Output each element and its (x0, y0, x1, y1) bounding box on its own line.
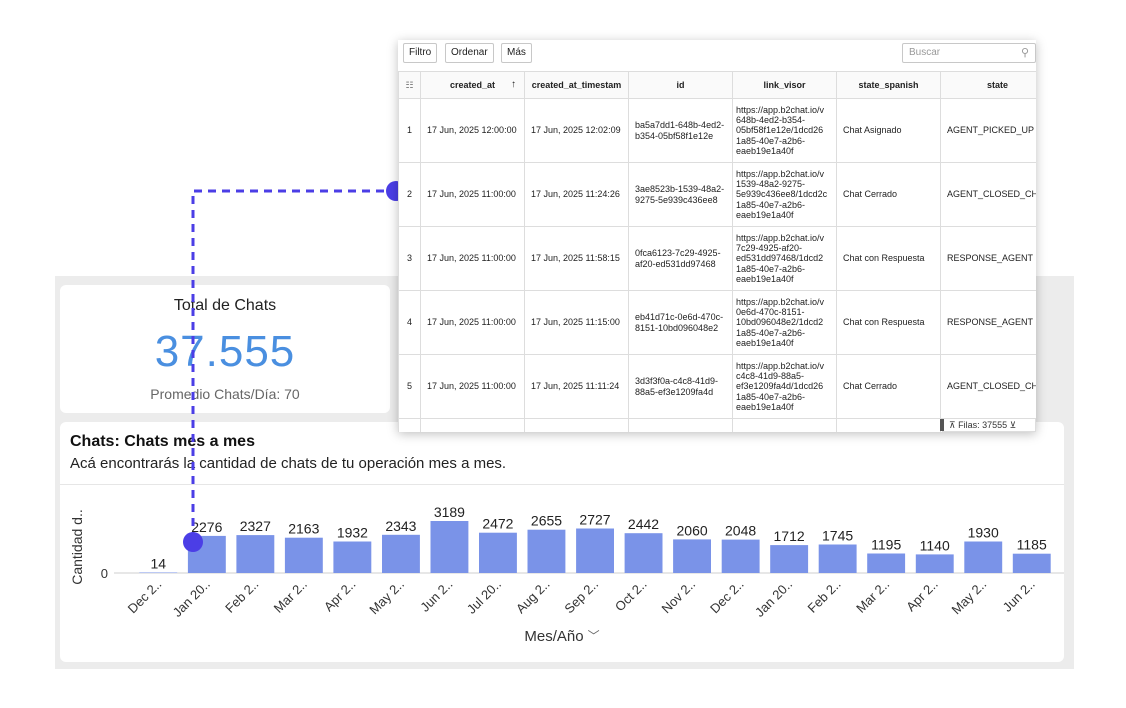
column-header-created-at[interactable]: created_at ↑ (420, 71, 525, 99)
table-cell-link-visor[interactable]: https://app.b2chat.io/v 0e6d-470c-8151-1… (732, 290, 837, 355)
table-cell-state[interactable]: AGENT_CLOSED_CH (940, 354, 1036, 419)
table-toolbar: Filtro Ordenar Más Buscar ⚲ (398, 40, 1036, 67)
table-cell-created-at-timestamp[interactable]: 17 Jun, 2025 11:24:26 (524, 162, 629, 227)
table-cell-state-spanish[interactable]: Chat Cerrado (836, 354, 941, 419)
search-input[interactable]: Buscar ⚲ (902, 43, 1036, 63)
table-row[interactable]: 5 17 Jun, 2025 11:00:00 17 Jun, 2025 11:11… (398, 354, 1036, 419)
table-cell-state-spanish[interactable] (836, 418, 941, 432)
row-number: 4 (398, 290, 421, 355)
table-cell-created-at[interactable]: 17 Jun, 2025 11:00:00 (420, 354, 525, 419)
table-cell-created-at[interactable]: 17 Jun, 2025 11:00:00 (420, 226, 525, 291)
table-cell-id[interactable]: 6cfafbd9-ae28- (628, 418, 733, 432)
column-header-label: created_at (449, 80, 496, 90)
table-cell-created-at[interactable] (420, 418, 525, 432)
table-cell-created-at-timestamp[interactable]: 17 Jun, 2025 11:15:00 (524, 290, 629, 355)
table-cell-id[interactable]: 3ae8523b-1539-48a2-9275-5e939c436ee8 (628, 162, 733, 227)
rows-count-label: Filas: 37555 (958, 420, 1008, 430)
table-row[interactable]: 4 17 Jun, 2025 11:00:00 17 Jun, 2025 11:15… (398, 290, 1036, 355)
table-header-row: ☷ created_at ↑ created_at_timestam id lin… (398, 71, 1036, 99)
table-cell-state[interactable]: RESPONSE_AGENT (940, 290, 1036, 355)
table-row[interactable]: 3 17 Jun, 2025 11:00:00 17 Jun, 2025 11:58… (398, 226, 1036, 291)
search-placeholder: Buscar (909, 47, 941, 58)
dashed-connector-line (191, 189, 396, 540)
table-cell-created-at-timestamp[interactable]: 17 Jun, 2025 11:11:24 (524, 354, 629, 419)
connector-dot-chart (183, 532, 203, 552)
sort-ascending-icon[interactable]: ↑ (511, 79, 516, 90)
table-cell-created-at-timestamp[interactable] (524, 418, 629, 432)
table-cell-created-at[interactable]: 17 Jun, 2025 11:00:00 (420, 290, 525, 355)
row-number (398, 418, 421, 432)
table-cell-link-visor[interactable]: https://app.b2chat.io/v c4c8-41d9-88a5-e… (732, 354, 837, 419)
table-cell-state-spanish[interactable]: Chat con Respuesta (836, 226, 941, 291)
table-cell-created-at-timestamp[interactable]: 17 Jun, 2025 11:58:15 (524, 226, 629, 291)
column-header-state[interactable]: state (940, 71, 1036, 99)
table-cell-state-spanish[interactable]: Chat con Respuesta (836, 290, 941, 355)
row-number: 2 (398, 162, 421, 227)
rows-count-footer: ⊼ Filas: 37555 ⊻ (940, 418, 1036, 432)
table-cell-link-visor[interactable]: https://app.b2chat.io/v 1539-48a2-9275-5… (732, 162, 837, 227)
table-cell-state[interactable]: AGENT_PICKED_UP (940, 98, 1036, 163)
table-row[interactable]: 1 17 Jun, 2025 12:00:00 17 Jun, 2025 12:02… (398, 98, 1036, 163)
column-header-created-at-timestamp[interactable]: created_at_timestam (524, 71, 629, 99)
table-cell-id[interactable]: eb41d71c-0e6d-470c-8151-10bd096048e2 (628, 290, 733, 355)
more-button[interactable]: Más (501, 43, 532, 63)
table-cell-id[interactable]: ba5a7dd1-648b-4ed2-b354-05bf58f1e12e (628, 98, 733, 163)
table-row[interactable]: 2 17 Jun, 2025 11:00:00 17 Jun, 2025 11:24… (398, 162, 1036, 227)
search-icon[interactable]: ⚲ (1021, 44, 1029, 62)
data-table-panel: Filtro Ordenar Más Buscar ⚲ ☷ created_at… (398, 40, 1036, 432)
table-cell-id[interactable]: 0fca6123-7c29-4925-af20-ed531dd97468 (628, 226, 733, 291)
scroll-top-icon[interactable]: ⊼ (949, 420, 956, 430)
row-number: 3 (398, 226, 421, 291)
column-header-id[interactable]: id (628, 71, 733, 99)
filter-button[interactable]: Filtro (403, 43, 438, 63)
table-cell-created-at[interactable]: 17 Jun, 2025 11:00:00 (420, 162, 525, 227)
table-cell-created-at-timestamp[interactable]: 17 Jun, 2025 12:02:09 (524, 98, 629, 163)
table-cell-state[interactable]: RESPONSE_AGENT (940, 226, 1036, 291)
column-header-state-spanish[interactable]: state_spanish (836, 71, 941, 99)
download-icon[interactable]: ⊻ (1010, 420, 1017, 430)
table-cell-link-visor[interactable]: https://app.b2chat.io/v ae28-4303-8ee6- (732, 418, 837, 432)
table-cell-id[interactable]: 3d3f3f0a-c4c8-41d9-88a5-ef3e1209fa4d (628, 354, 733, 419)
column-header-label: state (986, 80, 1008, 90)
column-header-label: id (676, 80, 685, 90)
screen: Total de Chats 37.555 Promedio Chats/Día… (0, 0, 1126, 708)
sort-button[interactable]: Ordenar (445, 43, 494, 63)
table-settings-icon[interactable]: ☷ (398, 71, 421, 99)
column-header-label: state_spanish (858, 80, 919, 90)
row-number: 1 (398, 98, 421, 163)
table-cell-state-spanish[interactable]: Chat Cerrado (836, 162, 941, 227)
column-header-label: created_at_timestam (531, 80, 622, 90)
table-cell-link-visor[interactable]: https://app.b2chat.io/v 7c29-4925-af20-e… (732, 226, 837, 291)
table-cell-created-at[interactable]: 17 Jun, 2025 12:00:00 (420, 98, 525, 163)
scroll-handle[interactable] (940, 419, 944, 431)
table-cell-link-visor[interactable]: https://app.b2chat.io/v 648b-4ed2-b354-0… (732, 98, 837, 163)
column-header-label: link_visor (763, 80, 806, 90)
column-header-link-visor[interactable]: link_visor (732, 71, 837, 99)
table-cell-state[interactable]: AGENT_CLOSED_CH (940, 162, 1036, 227)
data-table: ☷ created_at ↑ created_at_timestam id lin… (398, 71, 1036, 432)
table-cell-state-spanish[interactable]: Chat Asignado (836, 98, 941, 163)
row-number: 5 (398, 354, 421, 419)
